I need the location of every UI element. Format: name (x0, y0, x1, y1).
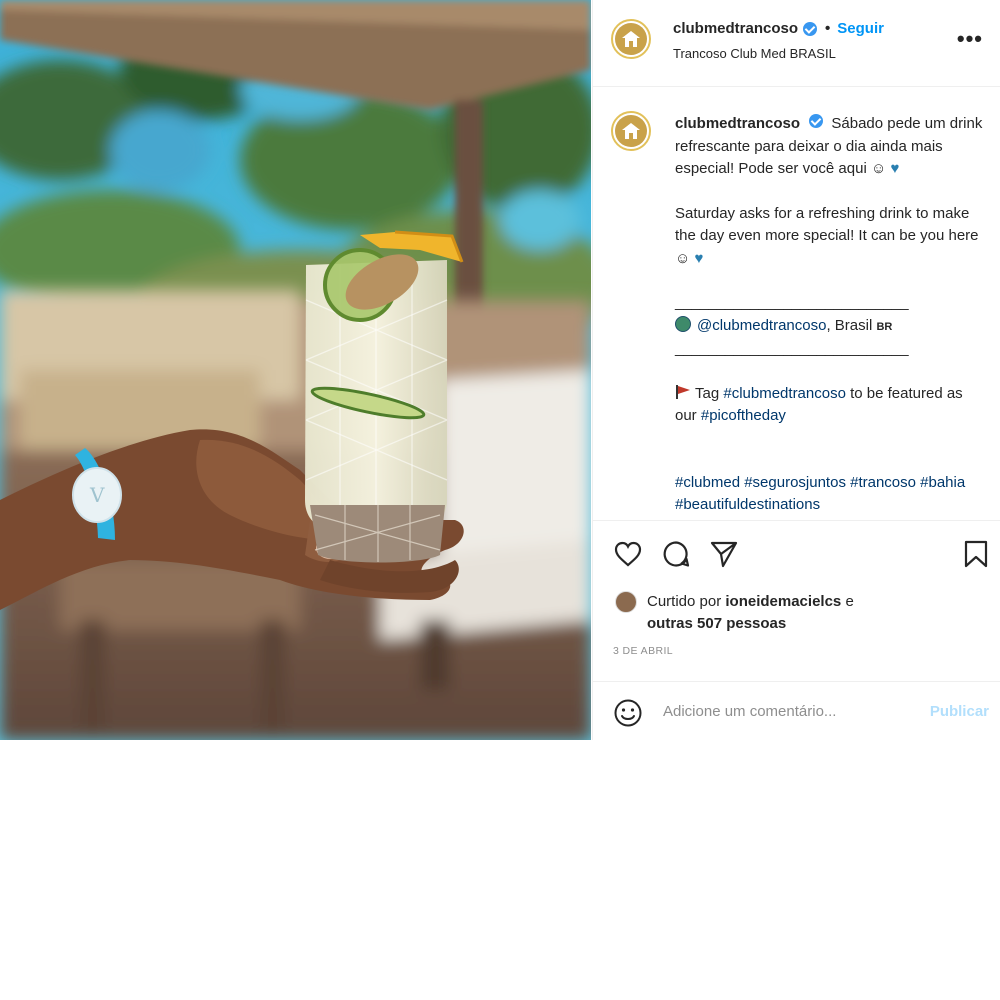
country-code: BR (876, 320, 893, 333)
mention-suffix: , Brasil (826, 316, 873, 334)
caption-english: Saturday asks for a refreshing drink to … (675, 204, 979, 267)
mention-link[interactable]: @clubmedtrancoso (697, 317, 826, 334)
flag-icon (676, 384, 690, 399)
hashtag-picoftheday[interactable]: #picoftheday (701, 407, 786, 424)
caption-separator: ____________________________ (675, 340, 909, 357)
comment-box: Adicione um comentário... Publicar (593, 681, 1000, 741)
bookmark-icon[interactable] (961, 539, 991, 569)
blue-heart-emoji: ♥ (694, 249, 704, 267)
publish-button[interactable]: Publicar (930, 703, 989, 720)
follow-button[interactable]: Seguir (837, 20, 884, 37)
separator-dot: • (825, 20, 831, 37)
account-avatar[interactable] (611, 19, 651, 59)
house-logo-icon (615, 23, 647, 55)
svg-text:V: V (89, 483, 105, 507)
liker-avatar[interactable] (615, 591, 637, 613)
heart-icon[interactable] (613, 539, 643, 569)
globe-icon (675, 315, 691, 332)
account-username[interactable]: clubmedtrancoso (673, 20, 798, 37)
location-link[interactable]: Trancoso Club Med BRASIL (673, 46, 836, 61)
caption-username[interactable]: clubmedtrancoso (675, 115, 800, 132)
hashtags-list[interactable]: #clubmed #segurosjuntos #trancoso #bahia… (675, 472, 985, 517)
post-photo[interactable]: V (0, 0, 591, 740)
blue-heart-emoji: ♥ (890, 160, 900, 177)
smiley-icon[interactable] (613, 698, 643, 728)
others-likes-count[interactable]: outras 507 pessoas (647, 615, 786, 632)
post-date[interactable]: 3 DE ABRIL (613, 645, 673, 657)
verified-badge-icon (809, 114, 824, 128)
caption-text: clubmedtrancoso Sábado pede um drink ref… (675, 113, 985, 517)
tag-prefix: Tag (695, 384, 724, 402)
caption-area: clubmedtrancoso Sábado pede um drink ref… (593, 87, 1000, 519)
comment-input[interactable]: Adicione um comentário... (663, 703, 836, 720)
liked-by-prefix: Curtido por (647, 593, 726, 610)
cocktail-photo-illustration: V (0, 0, 591, 740)
comment-icon[interactable] (661, 539, 691, 569)
liker-username[interactable]: ioneidemacielcs (725, 593, 841, 610)
more-options-icon[interactable]: ••• (957, 26, 983, 52)
liked-by: Curtido por ioneidemacielcs e outras 507… (615, 591, 854, 635)
liked-by-connector: e (841, 593, 854, 610)
post-actions: Curtido por ioneidemacielcs e outras 507… (593, 520, 1000, 681)
caption-separator: ____________________________ (675, 294, 909, 311)
hashtag-clubmedtrancoso[interactable]: #clubmedtrancoso (723, 385, 846, 402)
caption-avatar[interactable] (611, 111, 651, 151)
house-logo-icon (615, 115, 647, 147)
post-header: clubmedtrancoso • Seguir Trancoso Club M… (593, 0, 1000, 87)
verified-badge-icon (803, 21, 818, 36)
post-side-panel: clubmedtrancoso • Seguir Trancoso Club M… (592, 0, 1000, 740)
paper-plane-icon[interactable] (709, 539, 739, 569)
